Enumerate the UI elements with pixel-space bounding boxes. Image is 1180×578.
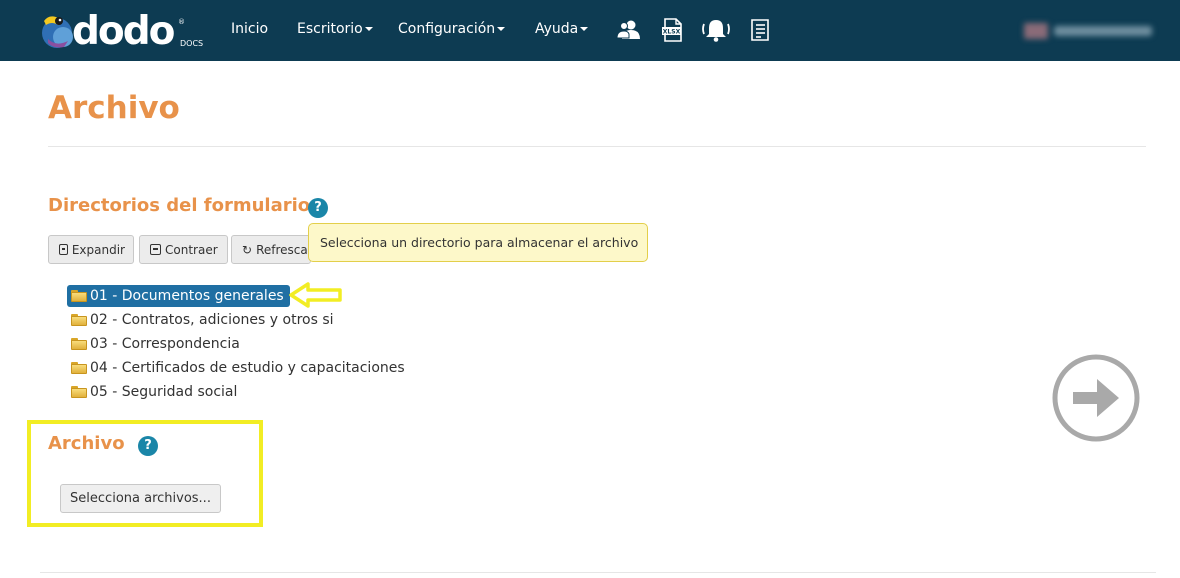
expand-button[interactable]: Expandir [48, 235, 134, 264]
svg-text:XLSX: XLSX [663, 29, 681, 36]
collapse-icon [150, 244, 161, 255]
folder-icon [71, 338, 87, 350]
nav-configuracion-label: Configuración [398, 21, 496, 37]
xlsx-file-icon[interactable]: XLSX [659, 17, 685, 43]
nav-ayuda-label: Ayuda [535, 21, 579, 37]
help-tooltip: Selecciona un directorio para almacenar … [308, 223, 648, 262]
collapse-button-label: Contraer [165, 242, 218, 257]
brand-logo[interactable]: dodo ® DOCS [38, 8, 208, 54]
footer-divider [40, 572, 1156, 573]
dodo-bird-logo-icon [38, 11, 78, 51]
directorios-section-title: Directorios del formulario [48, 195, 311, 216]
archivo-section-title: Archivo [48, 433, 125, 454]
nav-escritorio-label: Escritorio [297, 21, 363, 37]
document-list-icon[interactable] [747, 17, 773, 43]
brand-name: dodo [72, 8, 175, 54]
next-arrow-icon[interactable] [1051, 353, 1141, 443]
tree-item-documentos-generales[interactable]: 01 - Documentos generales [67, 285, 290, 307]
select-files-button[interactable]: Selecciona archivos... [60, 484, 221, 513]
yellow-arrow-annotation-icon [288, 281, 344, 309]
tree-item-seguridad-social[interactable]: 05 - Seguridad social [67, 381, 237, 403]
top-navbar: dodo ® DOCS Inicio Escritorio Configurac… [0, 0, 1180, 61]
nav-escritorio-dropdown[interactable]: Escritorio [297, 21, 373, 37]
tree-item-label: 01 - Documentos generales [90, 288, 284, 304]
chevron-down-icon [580, 27, 589, 31]
nav-configuracion-dropdown[interactable]: Configuración [398, 21, 506, 37]
title-divider [48, 146, 1146, 147]
tree-item-label: 05 - Seguridad social [90, 384, 238, 400]
chevron-down-icon [497, 27, 506, 31]
user-menu-blurred[interactable] [1024, 20, 1158, 42]
expand-button-label: Expandir [71, 242, 125, 257]
chevron-down-icon [364, 27, 373, 31]
tree-item-correspondencia[interactable]: 03 - Correspondencia [67, 333, 240, 355]
brand-subtitle: DOCS [180, 39, 204, 48]
nav-ayuda-dropdown[interactable]: Ayuda [535, 21, 589, 37]
collapse-button[interactable]: Contraer [139, 235, 228, 264]
nav-inicio-label: Inicio [231, 21, 269, 37]
tree-item-contratos[interactable]: 02 - Contratos, adiciones y otros si [67, 309, 334, 331]
nav-inicio[interactable]: Inicio [231, 21, 268, 37]
page-title: Archivo [48, 90, 180, 126]
avatar [1024, 23, 1048, 39]
users-icon[interactable] [616, 17, 642, 43]
refresh-icon: ↻ [242, 242, 253, 257]
help-icon[interactable]: ? [308, 198, 328, 218]
tree-item-certificados[interactable]: 04 - Certificados de estudio y capacitac… [67, 357, 405, 379]
user-name-blurred [1054, 26, 1152, 36]
refresh-button-label: Refrescar [256, 242, 311, 257]
folder-icon [71, 290, 87, 302]
folder-icon [71, 314, 87, 326]
refresh-button[interactable]: ↻ Refrescar [231, 235, 311, 264]
folder-icon [71, 386, 87, 398]
tree-item-label: 03 - Correspondencia [90, 336, 240, 352]
bell-alert-icon[interactable] [700, 17, 732, 43]
help-icon[interactable]: ? [138, 436, 158, 456]
folder-icon [71, 362, 87, 374]
tree-item-label: 04 - Certificados de estudio y capacitac… [90, 360, 405, 376]
tree-item-label: 02 - Contratos, adiciones y otros si [90, 312, 334, 328]
brand-registered-mark: ® [178, 18, 185, 26]
expand-icon [59, 244, 68, 255]
